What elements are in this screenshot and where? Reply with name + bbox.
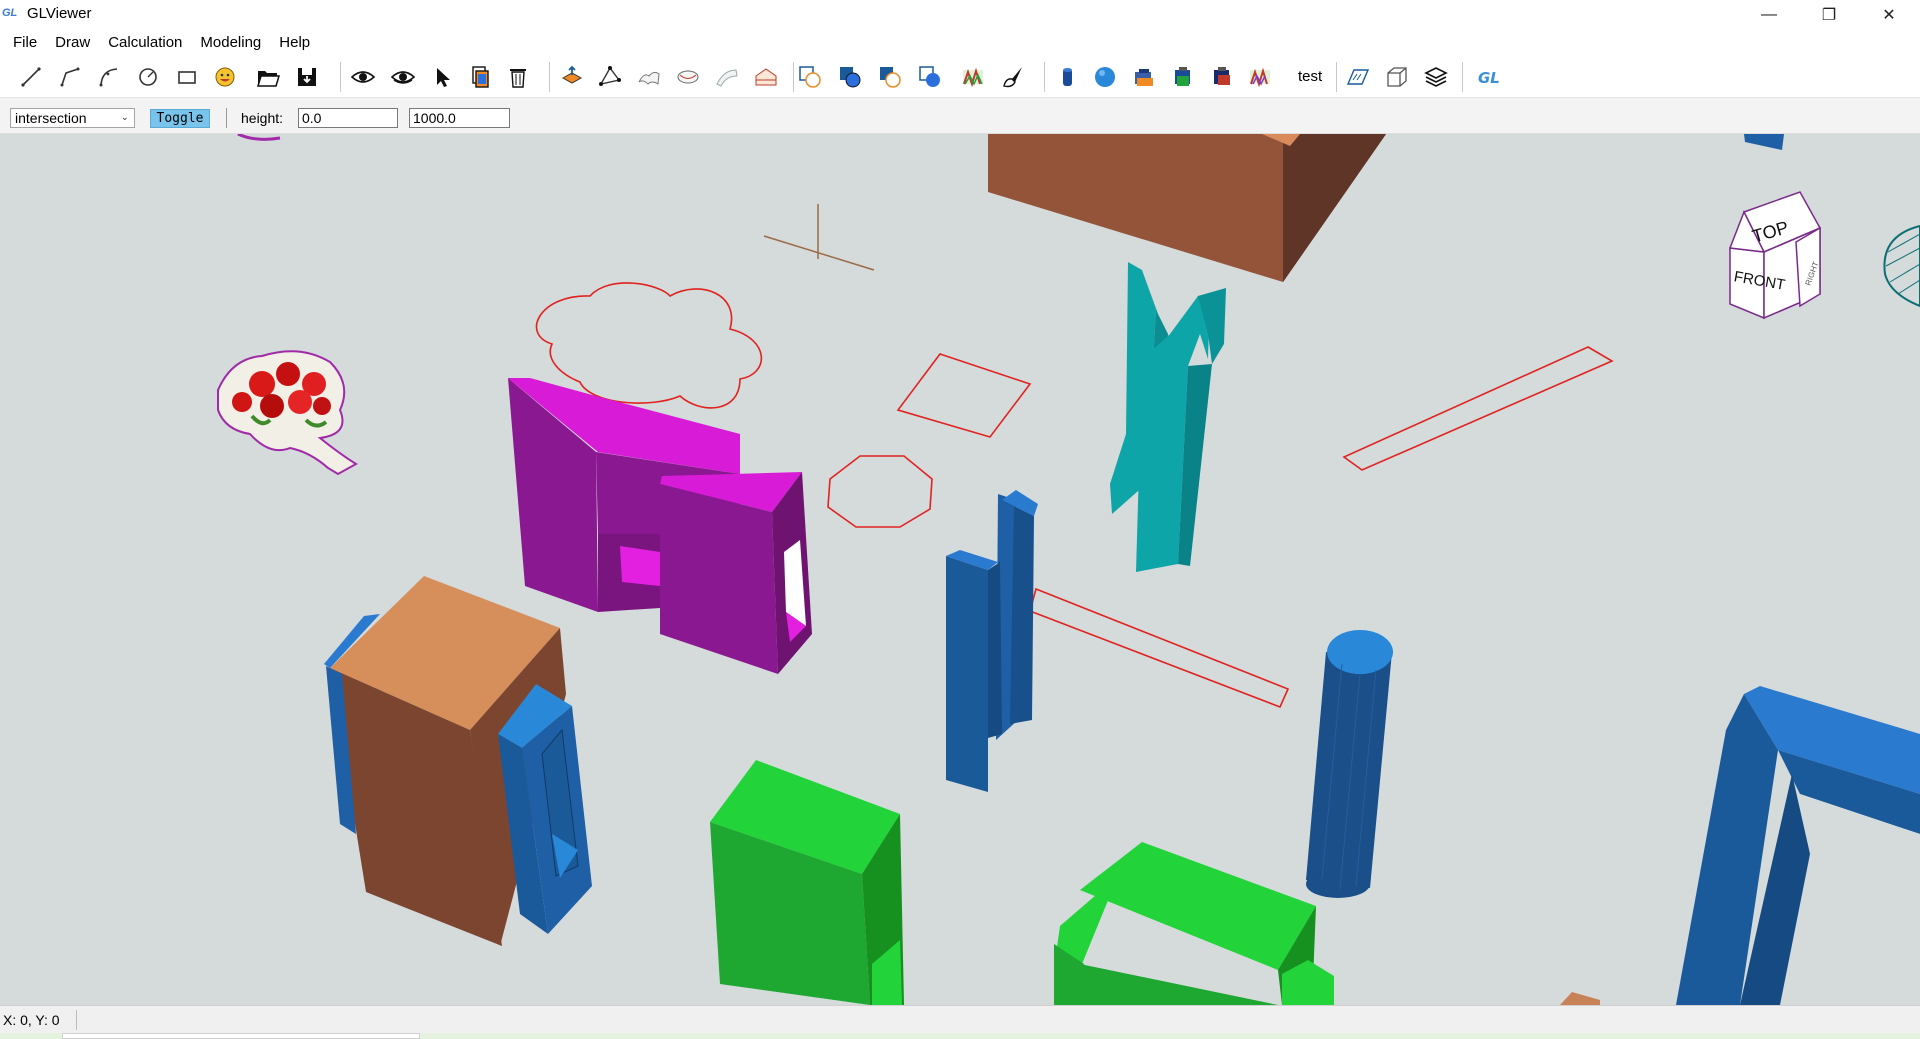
blue-frame[interactable]: [1676, 686, 1920, 1005]
toolbar-separator: [793, 62, 794, 92]
block-tool-icon[interactable]: [1207, 62, 1237, 92]
svg-text:GL: GL: [1478, 69, 1500, 87]
terrain-icon[interactable]: [958, 62, 988, 92]
status-bar: X: 0, Y: 0: [0, 1005, 1920, 1033]
delete-icon[interactable]: [503, 62, 533, 92]
line-tool-icon[interactable]: [16, 62, 46, 92]
striped-disc-fragment[interactable]: [1883, 224, 1920, 308]
options-separator: [226, 108, 227, 128]
sphere-primitive-icon[interactable]: [1090, 62, 1120, 92]
blue-fragment[interactable]: [1744, 134, 1784, 150]
roof-icon[interactable]: [751, 62, 781, 92]
app-logo-icon: GL: [2, 7, 18, 19]
bottom-strip: [0, 1033, 1920, 1039]
view-cube[interactable]: TOP FRONT RIGHT: [1728, 191, 1822, 320]
toolbar-separator: [1462, 62, 1463, 92]
boolean-union-icon[interactable]: [795, 62, 825, 92]
brown-box-top[interactable]: [988, 134, 1386, 282]
stack-tool-icon[interactable]: [1168, 62, 1198, 92]
flower-image[interactable]: [217, 350, 358, 476]
menu-calculation[interactable]: Calculation: [99, 32, 191, 54]
menu-draw[interactable]: Draw: [46, 32, 99, 54]
toolbar: test GL: [0, 56, 1920, 98]
vertex-edit-icon[interactable]: [595, 62, 625, 92]
cursor-coordinates: X: 0, Y: 0: [3, 1012, 60, 1028]
brown-sliver: [1560, 992, 1600, 1005]
sweep-icon[interactable]: [712, 62, 742, 92]
show-eye-icon[interactable]: [348, 62, 378, 92]
title-bar: GL GLViewer — ❐ ✕: [0, 0, 1920, 30]
menu-modeling[interactable]: Modeling: [191, 32, 270, 54]
rectangle-tool-icon[interactable]: [172, 62, 202, 92]
brown-box-with-window[interactable]: [324, 576, 592, 946]
height-label: height:: [241, 110, 284, 126]
scene-canvas[interactable]: TOP FRONT RIGHT: [0, 134, 1920, 1005]
strip-sketch-center[interactable]: [1029, 587, 1290, 709]
toolbar-separator: [1336, 62, 1337, 92]
circle-tool-icon[interactable]: [133, 62, 163, 92]
maximize-button[interactable]: ❐: [1800, 0, 1858, 30]
height-max-input[interactable]: 1000.0: [409, 108, 510, 128]
height-min-input[interactable]: 0.0: [298, 108, 398, 128]
open-file-icon[interactable]: [253, 62, 283, 92]
surface-icon[interactable]: [634, 62, 664, 92]
boolean-split-icon[interactable]: [915, 62, 945, 92]
close-button[interactable]: ✕: [1860, 0, 1918, 30]
bottom-strip-segment: [62, 1033, 420, 1039]
menu-bar: File Draw Calculation Modeling Help: [0, 30, 1920, 56]
operation-select[interactable]: intersection ⌄: [10, 108, 135, 128]
box-view-icon[interactable]: [1382, 62, 1412, 92]
test-button[interactable]: test: [1298, 68, 1322, 85]
blue-cylinder[interactable]: [1306, 630, 1393, 898]
menu-file[interactable]: File: [4, 32, 46, 54]
green-box-left[interactable]: [710, 760, 904, 1005]
select-arrow-icon[interactable]: [428, 62, 458, 92]
image-tool-icon[interactable]: [210, 62, 240, 92]
menu-help[interactable]: Help: [270, 32, 319, 54]
quad-sketch[interactable]: [896, 353, 1032, 438]
building-tool-icon[interactable]: [1129, 62, 1159, 92]
window-title: GLViewer: [27, 5, 92, 22]
boolean-intersect-icon[interactable]: [875, 62, 905, 92]
status-separator: [76, 1010, 77, 1030]
layers-icon[interactable]: [1421, 62, 1451, 92]
hide-eye-icon[interactable]: [388, 62, 418, 92]
minimize-button[interactable]: —: [1740, 0, 1798, 30]
polyline-tool-icon[interactable]: [55, 62, 85, 92]
save-file-icon[interactable]: [292, 62, 322, 92]
chevron-down-icon: ⌄: [120, 112, 129, 123]
axis-lines: [763, 204, 875, 271]
green-box-right[interactable]: [1054, 842, 1334, 1005]
cyan-extrusion[interactable]: [1110, 262, 1226, 572]
toolbar-separator: [549, 62, 550, 92]
brush-icon[interactable]: [998, 62, 1028, 92]
toolbar-separator: [340, 62, 341, 92]
chart-tool-icon[interactable]: [1245, 62, 1275, 92]
extrude-icon[interactable]: [557, 62, 587, 92]
3d-viewport[interactable]: TOP FRONT RIGHT: [0, 134, 1920, 1005]
work-plane-icon[interactable]: [1343, 62, 1373, 92]
gl-logo-icon[interactable]: GL: [1475, 62, 1505, 92]
cylinder-primitive-icon[interactable]: [1052, 62, 1082, 92]
toolbar-separator: [1044, 62, 1045, 92]
boolean-subtract-icon[interactable]: [835, 62, 865, 92]
arc-tool-icon[interactable]: [94, 62, 124, 92]
loft-icon[interactable]: [673, 62, 703, 92]
octagon-sketch[interactable]: [827, 455, 933, 528]
strip-sketch-right[interactable]: [1342, 346, 1614, 471]
blue-beam[interactable]: [946, 490, 1038, 792]
options-bar: intersection ⌄ Toggle height: 0.0 1000.0: [0, 98, 1920, 134]
magenta-curve[interactable]: [237, 134, 281, 141]
copy-icon[interactable]: [465, 62, 495, 92]
toggle-button[interactable]: Toggle: [150, 109, 210, 128]
operation-select-value: intersection: [15, 110, 87, 126]
